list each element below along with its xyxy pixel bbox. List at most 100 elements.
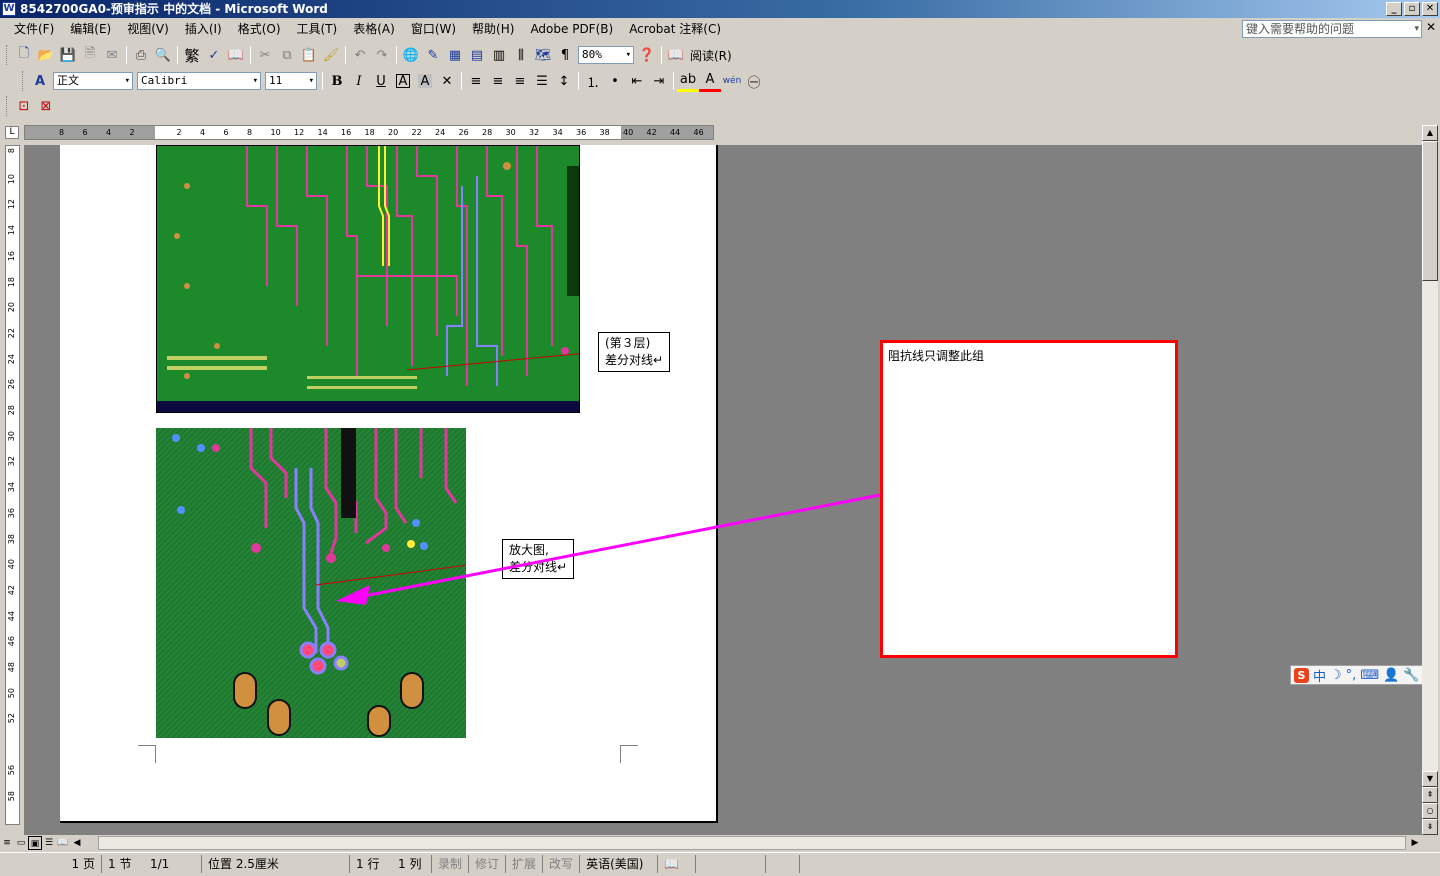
scroll-up-button[interactable]: ▲ xyxy=(1422,125,1438,141)
highlight-icon[interactable]: ab xyxy=(677,70,699,92)
undo-icon[interactable]: ↶ xyxy=(349,44,371,66)
char-shading-button[interactable]: A xyxy=(418,74,432,89)
status-language[interactable]: 英语(美国) xyxy=(580,854,659,873)
normal-view-icon[interactable]: ≡ xyxy=(0,836,14,850)
paste-icon[interactable]: 📋 xyxy=(298,44,320,66)
numbering-icon[interactable]: ⒈ xyxy=(582,70,604,92)
web-layout-icon[interactable]: ▭ xyxy=(14,836,28,850)
convert-to-pdf-icon[interactable]: ⊡ xyxy=(13,95,35,117)
columns-icon[interactable]: ▥ xyxy=(488,44,510,66)
permission-icon[interactable]: 🗎 xyxy=(79,44,101,66)
phonetic-guide-button[interactable]: wén xyxy=(721,70,743,92)
underline-button[interactable]: U xyxy=(370,70,392,92)
format-painter-icon[interactable]: 🖌 xyxy=(320,44,342,66)
ime-mode-toggle[interactable]: 中 xyxy=(1313,666,1326,685)
vertical-scrollbar[interactable]: ▲ ▼ ⇞ ○ ⇟ xyxy=(1422,125,1438,835)
menu-tools[interactable]: 工具(T) xyxy=(289,18,346,40)
status-record-macro[interactable]: 录制 xyxy=(432,854,470,873)
spelling-status-icon[interactable]: 📖 xyxy=(658,854,697,873)
restore-button[interactable]: ▫ xyxy=(1404,2,1420,16)
italic-button[interactable]: I xyxy=(348,70,370,92)
user-icon[interactable]: 👤 xyxy=(1383,668,1399,683)
minimize-button[interactable]: _ xyxy=(1386,2,1402,16)
vertical-ruler[interactable]: 8 10 12 14 16 18 20 22 24 26 28 30 32 34 36 38 40 42 44 46 4… xyxy=(5,145,20,825)
open-folder-icon[interactable]: 📂 xyxy=(35,44,57,66)
wrench-icon[interactable]: 🔧 xyxy=(1403,668,1419,683)
align-left-icon[interactable]: ≡ xyxy=(465,70,487,92)
select-browse-object-button[interactable]: ○ xyxy=(1422,803,1438,819)
zoom-select[interactable]: 80% xyxy=(578,46,634,64)
toolbar-grip[interactable] xyxy=(22,71,25,91)
traditional-chinese-button[interactable]: 繁 xyxy=(181,44,203,66)
cut-icon[interactable]: ✂ xyxy=(254,44,276,66)
email-icon[interactable]: ✉ xyxy=(101,44,123,66)
tab-selector[interactable]: L xyxy=(5,126,19,139)
align-right-icon[interactable]: ≡ xyxy=(509,70,531,92)
redo-icon[interactable]: ↷ xyxy=(371,44,393,66)
impedance-note-box[interactable]: 阻抗线只调整此组 xyxy=(880,340,1178,658)
bullets-icon[interactable]: • xyxy=(604,70,626,92)
align-center-icon[interactable]: ≡ xyxy=(487,70,509,92)
menu-acrobat-comments[interactable]: Acrobat 注释(C) xyxy=(621,18,729,40)
print-layout-icon[interactable]: ▣ xyxy=(28,836,42,850)
menu-file[interactable]: 文件(F) xyxy=(6,18,62,40)
style-select[interactable]: 正文 xyxy=(53,72,133,90)
punctuation-icon[interactable]: °, xyxy=(1346,668,1357,683)
menu-view[interactable]: 视图(V) xyxy=(119,18,177,40)
styles-icon[interactable]: A xyxy=(29,70,51,92)
enclose-characters-icon[interactable]: ㊀ xyxy=(743,70,765,92)
magenta-arrow[interactable] xyxy=(24,145,1422,835)
help-question-input[interactable]: 键入需要帮助的问题 ▾ xyxy=(1242,20,1422,38)
char-border-button[interactable]: A xyxy=(396,74,410,89)
scroll-down-button[interactable]: ▼ xyxy=(1422,771,1438,787)
menu-edit[interactable]: 编辑(E) xyxy=(62,18,119,40)
tables-borders-icon[interactable]: ✎ xyxy=(422,44,444,66)
show-hide-icon[interactable]: ¶ xyxy=(554,44,576,66)
print-icon[interactable]: ⎙ xyxy=(130,44,152,66)
menu-format[interactable]: 格式(O) xyxy=(230,18,289,40)
status-extend[interactable]: 扩展 xyxy=(506,854,544,873)
document-map-icon[interactable]: 🗺 xyxy=(532,44,554,66)
spelling-icon[interactable]: ✓ xyxy=(203,44,225,66)
hyperlink-icon[interactable]: 🌐 xyxy=(400,44,422,66)
document-workspace[interactable]: (第３层) 差分对线↵ 放大图, 差分对线↵ 阻抗线只调整此组 xyxy=(24,145,1422,835)
scroll-left-button[interactable]: ◀ xyxy=(70,836,84,850)
keyboard-icon[interactable]: ⌨ xyxy=(1360,668,1379,683)
insert-table-icon[interactable]: ▦ xyxy=(444,44,466,66)
line-spacing-icon[interactable]: ↕ xyxy=(553,70,575,92)
moon-icon[interactable]: ☽ xyxy=(1330,668,1342,683)
document-close-button[interactable]: ✕ xyxy=(1426,20,1436,34)
close-button[interactable]: ✕ xyxy=(1422,2,1438,16)
menu-table[interactable]: 表格(A) xyxy=(345,18,403,40)
scale-icon[interactable]: ✕ xyxy=(436,70,458,92)
read-mode-button[interactable]: 阅读(R) xyxy=(687,47,735,64)
menu-insert[interactable]: 插入(I) xyxy=(177,18,230,40)
reading-layout-icon[interactable]: 📖 xyxy=(56,836,70,850)
save-icon[interactable]: 💾 xyxy=(57,44,79,66)
toolbar-grip[interactable] xyxy=(6,45,9,65)
status-overtype[interactable]: 改写 xyxy=(543,854,581,873)
horizontal-ruler[interactable]: 8 6 4 2 2 4 6 8 10 12 14 16 18 20 22 24 26 28 30 32 34 36 38 40… xyxy=(24,125,714,140)
horizontal-scroll-track[interactable] xyxy=(98,836,1406,850)
read-icon[interactable]: 📖 xyxy=(665,44,687,66)
print-preview-icon[interactable]: 🔍 xyxy=(152,44,174,66)
font-size-select[interactable]: 11 xyxy=(265,72,317,90)
toolbar-grip[interactable] xyxy=(6,96,9,116)
justify-icon[interactable]: ☰ xyxy=(531,70,553,92)
scroll-thumb[interactable] xyxy=(1422,141,1438,281)
next-page-button[interactable]: ⇟ xyxy=(1422,819,1438,835)
previous-page-button[interactable]: ⇞ xyxy=(1422,787,1438,803)
convert-and-email-pdf-icon[interactable]: ⊠ xyxy=(35,95,57,117)
menu-help[interactable]: 帮助(H) xyxy=(464,18,522,40)
scroll-right-button[interactable]: ▶ xyxy=(1408,836,1422,850)
menu-window[interactable]: 窗口(W) xyxy=(403,18,464,40)
font-color-button[interactable]: A xyxy=(699,70,721,92)
outline-view-icon[interactable]: ☰ xyxy=(42,836,56,850)
font-select[interactable]: Calibri xyxy=(137,72,261,90)
menu-adobe-pdf[interactable]: Adobe PDF(B) xyxy=(522,18,621,40)
increase-indent-icon[interactable]: ⇥ xyxy=(648,70,670,92)
copy-icon[interactable]: ⧉ xyxy=(276,44,298,66)
help-icon[interactable]: ❓ xyxy=(636,44,658,66)
new-document-icon[interactable]: 🗋 xyxy=(13,44,35,66)
insert-excel-icon[interactable]: ▤ xyxy=(466,44,488,66)
